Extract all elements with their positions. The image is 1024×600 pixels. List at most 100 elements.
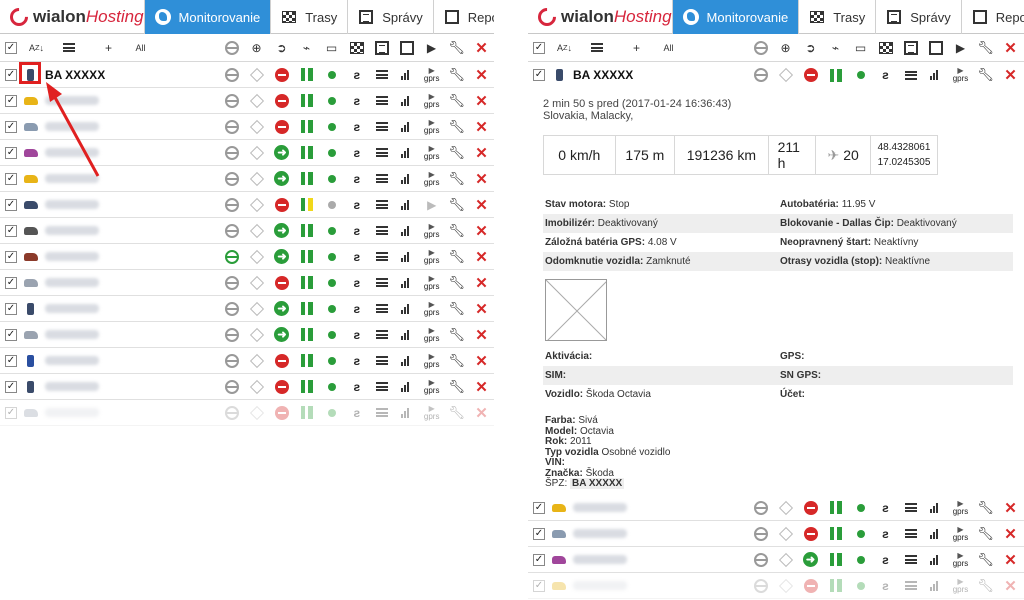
unit-name-blurred[interactable] xyxy=(573,553,748,567)
unit-name-blurred[interactable] xyxy=(44,198,220,212)
unit-row[interactable]: ✓ ƨ gprs🔧︎✕ xyxy=(0,374,494,400)
gprs-icon[interactable]: gprs xyxy=(419,350,444,372)
unit-checkbox[interactable]: ✓ xyxy=(5,354,17,367)
delete-icon[interactable]: ✕ xyxy=(469,402,494,424)
gprs-icon[interactable]: gprs xyxy=(419,64,444,86)
wrench-icon[interactable]: 🔧︎ xyxy=(444,37,469,59)
add-to-list-icon[interactable]: + xyxy=(624,37,649,59)
crosshair-icon[interactable]: ⊕ xyxy=(244,37,269,59)
video-icon[interactable]: ▶ xyxy=(419,37,444,59)
unit-checkbox[interactable]: ✓ xyxy=(5,328,17,341)
delete-icon[interactable]: ✕ xyxy=(469,298,494,320)
gprs-icon[interactable]: gprs xyxy=(419,298,444,320)
wialon-logo[interactable]: wialon Hosting xyxy=(528,0,672,33)
unit-checkbox[interactable]: ✓ xyxy=(5,406,17,419)
arrow-circle-icon[interactable]: ➲ xyxy=(269,37,294,59)
unit-checkbox[interactable]: ✓ xyxy=(5,224,17,237)
delete-icon[interactable]: ✕ xyxy=(998,64,1023,86)
gprs-icon[interactable]: gprs xyxy=(419,246,444,268)
unit-row[interactable]: ✓ ƨ gprs🔧︎✕ xyxy=(528,573,1024,599)
wialon-logo[interactable]: wialon Hosting xyxy=(0,0,144,33)
monitor-icon[interactable]: ▭ xyxy=(319,37,344,59)
wrench-icon[interactable]: 🔧︎ xyxy=(444,246,469,268)
delete-icon[interactable]: ✕ xyxy=(998,497,1023,519)
unit-name-blurred[interactable] xyxy=(44,224,220,238)
unit-checkbox[interactable]: ✓ xyxy=(533,69,545,81)
monitor-icon[interactable]: ▭ xyxy=(848,37,873,59)
satellite-icon[interactable]: ⌁ xyxy=(294,37,319,59)
unit-row[interactable]: ✓ ƨ gprs🔧︎✕ xyxy=(0,270,494,296)
unit-name-blurred[interactable] xyxy=(44,250,220,264)
wrench-icon[interactable]: 🔧︎ xyxy=(444,116,469,138)
tab-monitorovanie[interactable]: Monitorovanie xyxy=(671,0,799,34)
wrench-icon[interactable]: 🔧︎ xyxy=(973,64,998,86)
steering-wheel-icon[interactable] xyxy=(748,37,773,59)
unit-name-blurred[interactable] xyxy=(44,380,220,394)
delete-icon[interactable]: ✕ xyxy=(469,64,494,86)
report-icon[interactable] xyxy=(923,37,948,59)
unit-checkbox[interactable]: ✓ xyxy=(5,94,17,107)
unit-row[interactable]: ✓ ➜ ƨ gprs🔧︎✕ xyxy=(0,218,494,244)
add-all-button[interactable]: All xyxy=(128,37,153,59)
wrench-icon[interactable]: 🔧︎ xyxy=(444,64,469,86)
delete-icon[interactable]: ✕ xyxy=(998,37,1023,59)
unit-checkbox[interactable]: ✓ xyxy=(5,120,17,133)
unit-row[interactable]: ✓ ƨ gprs🔧︎✕ xyxy=(0,348,494,374)
unit-checkbox[interactable]: ✓ xyxy=(5,302,17,315)
wrench-icon[interactable]: 🔧︎ xyxy=(444,194,469,216)
gprs-icon[interactable]: gprs xyxy=(419,324,444,346)
delete-icon[interactable]: ✕ xyxy=(469,194,494,216)
wrench-icon[interactable]: 🔧︎ xyxy=(444,324,469,346)
wrench-icon[interactable]: 🔧︎ xyxy=(973,575,998,597)
unit-row-expanded[interactable]: ✓ BA XXXXX ƨ gprs 🔧︎ ✕ xyxy=(528,62,1024,88)
satellite-icon[interactable]: ⌁ xyxy=(823,37,848,59)
delete-icon[interactable]: ✕ xyxy=(998,549,1023,571)
unit-checkbox[interactable]: ✓ xyxy=(5,198,17,211)
unit-checkbox[interactable]: ✓ xyxy=(533,527,545,540)
unit-checkbox[interactable]: ✓ xyxy=(533,501,545,514)
add-to-list-icon[interactable]: + xyxy=(96,37,121,59)
unit-checkbox[interactable]: ✓ xyxy=(5,380,17,393)
wrench-icon[interactable]: 🔧︎ xyxy=(444,168,469,190)
wrench-icon[interactable]: 🔧︎ xyxy=(444,298,469,320)
unit-checkbox[interactable]: ✓ xyxy=(5,172,17,185)
unit-name-blurred[interactable] xyxy=(44,302,220,316)
gprs-icon[interactable]: gprs xyxy=(948,523,973,545)
unit-name-blurred[interactable] xyxy=(44,406,220,420)
select-all-checkbox[interactable]: ✓ xyxy=(533,41,545,54)
unit-name-blurred[interactable] xyxy=(44,354,220,368)
tab-monitorovanie[interactable]: Monitorovanie xyxy=(143,0,271,34)
crosshair-icon[interactable]: ⊕ xyxy=(773,37,798,59)
delete-icon[interactable]: ✕ xyxy=(469,220,494,242)
wrench-icon[interactable]: 🔧︎ xyxy=(973,549,998,571)
gprs-icon[interactable]: gprs xyxy=(419,168,444,190)
steering-wheel-icon[interactable] xyxy=(219,37,244,59)
video-icon[interactable]: ▶ xyxy=(948,37,973,59)
unit-row[interactable]: ✓ ➜ ƨ gprs🔧︎✕ xyxy=(0,296,494,322)
unit-name-blurred[interactable] xyxy=(573,527,748,541)
flag-icon[interactable] xyxy=(344,37,369,59)
unit-row[interactable]: ✓ ➜ ƨ gprs🔧︎✕ xyxy=(0,322,494,348)
unit-name-blurred[interactable] xyxy=(44,276,220,290)
list-icon[interactable] xyxy=(56,37,81,59)
tab-reporty[interactable]: Reporty xyxy=(960,0,1024,34)
delete-icon[interactable]: ✕ xyxy=(469,37,494,59)
messages-icon[interactable] xyxy=(898,37,923,59)
wrench-icon[interactable]: 🔧︎ xyxy=(973,523,998,545)
list-icon[interactable] xyxy=(584,37,609,59)
gprs-icon[interactable]: gprs xyxy=(948,575,973,597)
delete-icon[interactable]: ✕ xyxy=(469,324,494,346)
wrench-icon[interactable]: 🔧︎ xyxy=(444,350,469,372)
delete-icon[interactable]: ✕ xyxy=(469,246,494,268)
unit-row[interactable]: ✓ ➜ ƨ gprs🔧︎✕ xyxy=(528,547,1024,573)
unit-row[interactable]: ✓ ƨ gprs🔧︎✕ xyxy=(528,495,1024,521)
unit-checkbox[interactable]: ✓ xyxy=(5,276,17,289)
delete-icon[interactable]: ✕ xyxy=(998,575,1023,597)
wrench-icon[interactable]: 🔧︎ xyxy=(444,90,469,112)
wrench-icon[interactable]: 🔧︎ xyxy=(444,376,469,398)
add-all-button[interactable]: All xyxy=(656,37,681,59)
unit-checkbox[interactable]: ✓ xyxy=(5,68,17,81)
unit-row[interactable]: ✓ ƨ gprs🔧︎✕ xyxy=(0,400,494,426)
unit-name-blurred[interactable] xyxy=(573,579,748,593)
gprs-icon[interactable]: gprs xyxy=(419,402,444,424)
